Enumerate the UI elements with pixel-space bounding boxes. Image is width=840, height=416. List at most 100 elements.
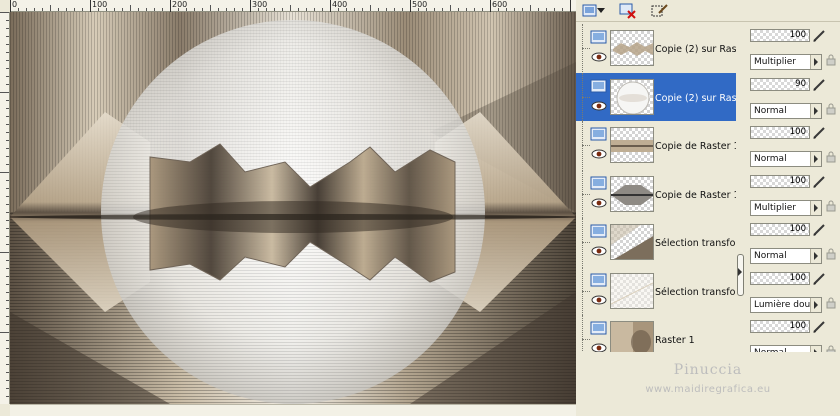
pen-icon[interactable] xyxy=(812,29,826,43)
eye-icon[interactable] xyxy=(591,246,607,256)
ruler-tick xyxy=(6,372,9,373)
ruler-tick xyxy=(378,8,379,11)
raster-layer-icon[interactable] xyxy=(590,224,608,239)
eye-icon[interactable] xyxy=(591,149,607,159)
lock-icon[interactable] xyxy=(825,103,837,115)
ruler-tick xyxy=(6,164,9,165)
ruler-tick xyxy=(482,8,483,11)
ruler-tick xyxy=(6,156,9,157)
ruler-tick xyxy=(402,8,403,11)
ruler-tick xyxy=(6,52,9,53)
ruler-tick xyxy=(6,340,9,341)
lock-icon[interactable] xyxy=(825,151,837,163)
ruler-tick xyxy=(146,8,147,11)
blend-mode-select[interactable]: Lumière douce xyxy=(750,296,822,313)
layer-thumbnail xyxy=(610,272,654,309)
ruler-tick xyxy=(202,8,203,11)
raster-layer-icon[interactable] xyxy=(590,321,608,336)
blend-arrow-icon[interactable] xyxy=(810,55,821,69)
lock-icon[interactable] xyxy=(825,248,837,260)
layer-row[interactable]: Sélection transformée xyxy=(576,218,739,266)
ruler-tick xyxy=(6,316,9,317)
ruler-tick xyxy=(354,8,355,11)
ruler-tick xyxy=(6,180,9,181)
ruler-tick xyxy=(66,8,67,11)
expand-arrow-icon[interactable] xyxy=(738,268,742,276)
delete-layer-icon[interactable] xyxy=(618,2,638,20)
pen-icon[interactable] xyxy=(812,223,826,237)
lock-icon[interactable] xyxy=(825,54,837,66)
ruler-tick xyxy=(274,8,275,11)
ruler-tick xyxy=(362,8,363,11)
opacity-value: 100 xyxy=(789,175,806,186)
ruler-tick xyxy=(570,0,571,12)
opacity-slider[interactable]: 100 xyxy=(750,320,810,333)
opacity-slider[interactable]: 100 xyxy=(750,223,810,236)
layer-row[interactable]: Copie (2) sur Raster xyxy=(576,24,739,72)
opacity-slider[interactable]: 100 xyxy=(750,174,810,188)
horizontal-scrollbar[interactable] xyxy=(10,404,576,416)
raster-layer-icon[interactable] xyxy=(590,176,608,191)
eye-icon[interactable] xyxy=(591,295,607,305)
blend-arrow-icon[interactable] xyxy=(810,249,821,263)
ruler-tick xyxy=(546,8,547,11)
layer-properties-row: 100 Lumière douce xyxy=(746,267,840,315)
ruler-tick xyxy=(0,332,9,333)
ruler-tick xyxy=(90,0,91,12)
blend-mode-select[interactable]: Normal xyxy=(750,151,822,167)
blend-arrow-icon[interactable] xyxy=(810,200,821,215)
ruler-tick xyxy=(6,356,9,357)
edit-selection-icon[interactable] xyxy=(650,2,670,20)
layer-row[interactable]: Copie (2) sur Raster xyxy=(576,72,739,121)
lock-icon[interactable] xyxy=(825,200,837,212)
pen-icon[interactable] xyxy=(812,78,826,92)
dropdown-arrow-icon[interactable] xyxy=(596,2,606,20)
pen-icon[interactable] xyxy=(812,175,826,189)
ruler-tick xyxy=(6,260,9,261)
tree-line xyxy=(582,48,590,49)
layer-row[interactable]: Copie de Raster 1 xyxy=(576,169,739,218)
blend-mode-select[interactable]: Normal xyxy=(750,102,822,119)
layer-row[interactable]: Sélection transformée xyxy=(576,266,739,315)
blend-mode-select[interactable]: Multiplier xyxy=(750,199,822,216)
opacity-slider[interactable]: 100 xyxy=(750,126,810,139)
opacity-value: 100 xyxy=(789,224,806,234)
ruler-tick xyxy=(530,5,531,11)
pen-icon[interactable] xyxy=(812,126,826,140)
blend-mode-select[interactable]: Multiplier xyxy=(750,54,822,70)
image-canvas[interactable] xyxy=(10,12,576,404)
ruler-tick xyxy=(6,348,9,349)
blend-mode-label: Normal xyxy=(754,251,787,261)
ruler-tick xyxy=(6,36,9,37)
ruler-tick xyxy=(6,220,9,221)
blend-arrow-icon[interactable] xyxy=(810,152,821,166)
opacity-slider[interactable]: 100 xyxy=(750,271,810,285)
ruler-tick xyxy=(6,188,9,189)
pen-icon[interactable] xyxy=(812,320,826,334)
panel-splitter[interactable] xyxy=(736,22,746,352)
pen-icon[interactable] xyxy=(812,272,826,286)
watermark-url: www.maidiregrafica.eu xyxy=(645,384,771,395)
blend-arrow-icon[interactable] xyxy=(810,297,821,312)
opacity-value: 100 xyxy=(789,272,806,283)
ruler-tick xyxy=(138,8,139,11)
layer-name: Copie de Raster 1 xyxy=(655,141,739,152)
ruler-tick xyxy=(330,0,331,12)
blend-mode-select[interactable]: Normal xyxy=(750,248,822,264)
tree-line xyxy=(582,339,590,340)
eye-icon[interactable] xyxy=(591,52,607,62)
ruler-tick xyxy=(370,5,371,11)
eye-icon[interactable] xyxy=(591,198,607,208)
eye-icon[interactable] xyxy=(591,101,607,111)
blend-arrow-icon[interactable] xyxy=(810,103,821,118)
opacity-slider[interactable]: 90 xyxy=(750,77,810,91)
layer-row[interactable]: Copie de Raster 1 xyxy=(576,121,739,169)
opacity-slider[interactable]: 100 xyxy=(750,29,810,42)
opacity-value: 100 xyxy=(789,127,806,137)
raster-layer-icon[interactable] xyxy=(590,273,608,288)
raster-layer-icon[interactable] xyxy=(590,30,608,45)
raster-layer-icon[interactable] xyxy=(590,127,608,142)
lock-icon[interactable] xyxy=(825,297,837,309)
raster-layer-icon[interactable] xyxy=(590,79,608,94)
opacity-value: 100 xyxy=(789,30,806,40)
